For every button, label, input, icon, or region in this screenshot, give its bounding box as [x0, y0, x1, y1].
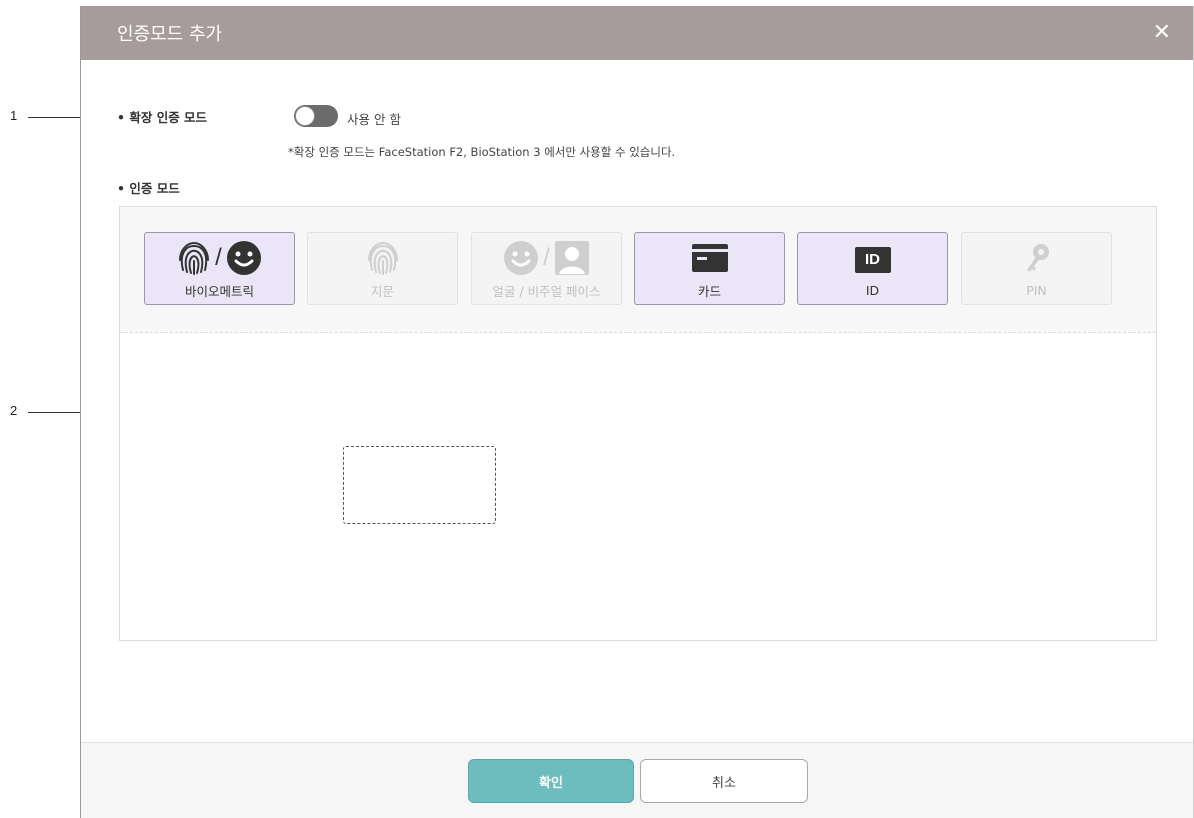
card-icon	[691, 243, 728, 272]
close-icon[interactable]: ✕	[1153, 22, 1171, 44]
visual-face-icon	[554, 240, 589, 275]
mode-button-pin[interactable]: PIN	[961, 232, 1112, 305]
cancel-button[interactable]: 취소	[640, 759, 808, 803]
mode-label-biometric: 바이오메트릭	[184, 283, 254, 299]
add-auth-mode-dialog: 인증모드 추가 ✕ • 확장 인증 모드 사용 안 함 *확장 인증 모드는 F…	[80, 6, 1194, 818]
fingerprint-icon	[179, 241, 210, 275]
extended-auth-mode-label: • 확장 인증 모드	[117, 110, 208, 125]
screen: 1 2 인증모드 추가 ✕ • 확장 인증 모드 사용 안 함 *확장 인증 모…	[0, 0, 1194, 818]
callout-number-2: 2	[10, 403, 18, 418]
face-icon	[226, 240, 261, 275]
mode-button-id[interactable]: ID ID	[797, 232, 948, 305]
confirm-button[interactable]: 확인	[468, 759, 634, 803]
dialog-title: 인증모드 추가	[117, 24, 223, 45]
callout-number-1: 1	[10, 108, 18, 123]
auth-mode-panel: / 바이오메트릭 지문 / 얼굴 / 비주얼 페이스 카드 ID ID PIN	[119, 206, 1157, 641]
extended-mode-note: *확장 인증 모드는 FaceStation F2, BioStation 3 …	[288, 145, 676, 159]
id-icon: ID	[854, 246, 891, 273]
mode-button-face[interactable]: / 얼굴 / 비주얼 페이스	[471, 232, 622, 305]
dialog-titlebar: 인증모드 추가 ✕	[81, 6, 1193, 60]
face-icon	[504, 240, 539, 275]
mode-label-card: 카드	[697, 283, 721, 299]
toggle-knob	[295, 106, 315, 126]
dialog-footer: 확인 취소	[81, 742, 1193, 818]
mode-label-pin: PIN	[1026, 282, 1047, 298]
fingerprint-icon	[367, 241, 398, 275]
extended-auth-mode-toggle[interactable]	[294, 105, 338, 127]
mode-button-bar: / 바이오메트릭 지문 / 얼굴 / 비주얼 페이스 카드 ID ID PIN	[120, 207, 1156, 333]
mode-button-card[interactable]: 카드	[634, 232, 785, 305]
mode-label-id: ID	[865, 282, 880, 298]
id-icon-text: ID	[865, 251, 880, 268]
mode-label-fingerprint: 지문	[370, 283, 394, 299]
separator-slash: /	[543, 243, 550, 271]
mode-button-biometric[interactable]: / 바이오메트릭	[144, 232, 295, 305]
separator-slash: /	[215, 243, 222, 271]
mode-label-face: 얼굴 / 비주얼 페이스	[492, 283, 601, 299]
mode-button-fingerprint[interactable]: 지문	[307, 232, 458, 305]
key-icon	[1026, 243, 1049, 272]
toggle-status-text: 사용 안 함	[347, 112, 401, 127]
mode-drop-zone[interactable]	[343, 446, 496, 524]
auth-mode-label: • 인증 모드	[117, 181, 180, 196]
